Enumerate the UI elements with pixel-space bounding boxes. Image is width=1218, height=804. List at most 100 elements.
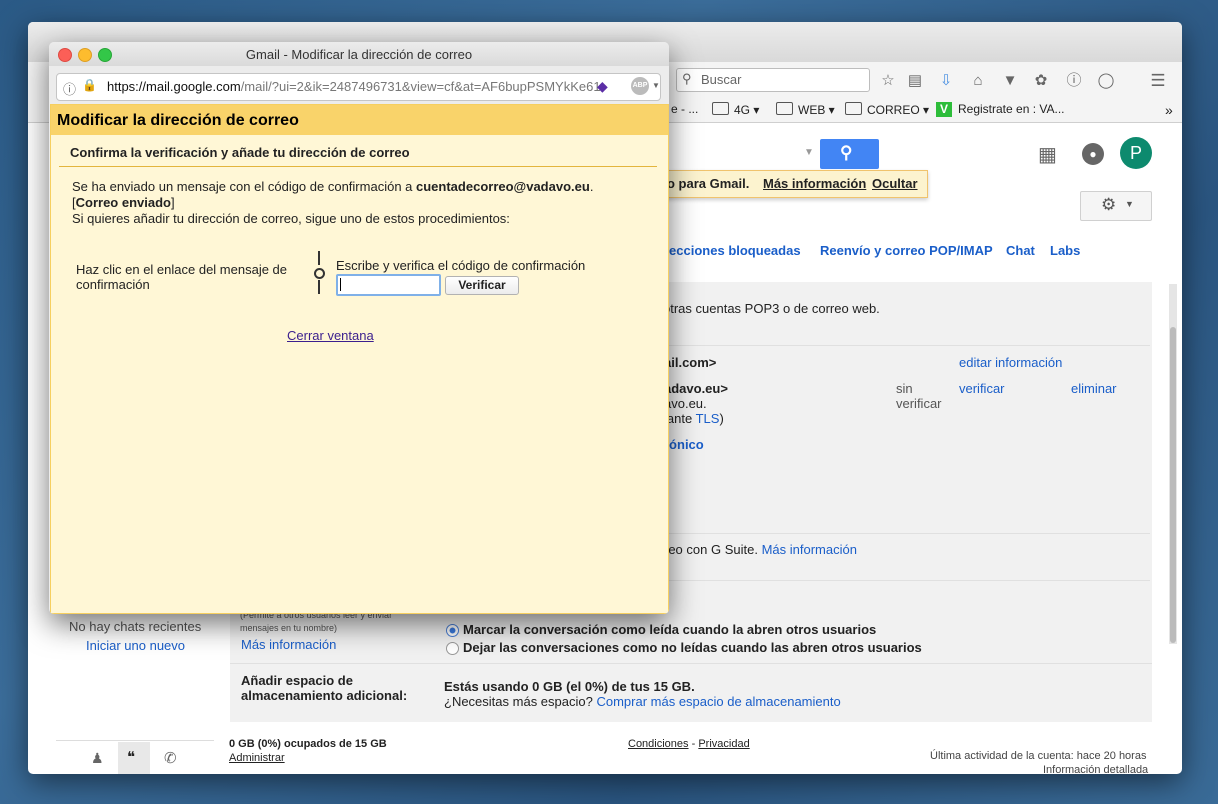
phone-icon[interactable]: ✆: [164, 749, 177, 767]
delete-link[interactable]: eliminar: [1071, 381, 1117, 396]
storage-question: ¿Necesitas más espacio? Comprar más espa…: [444, 694, 841, 709]
notice-hide-link[interactable]: Ocultar: [872, 176, 918, 191]
bookmark-folder-4g[interactable]: 4G ▾: [712, 102, 759, 117]
divider: [230, 663, 1152, 664]
notifications-icon[interactable]: ●: [1082, 143, 1104, 165]
popup-heading: Modificar la dirección de correo: [57, 112, 299, 129]
accounts-description: otras cuentas POP3 o de correo web.: [663, 301, 880, 316]
tab-forwarding-pop-imap[interactable]: Reenvío y correo POP/IMAP: [820, 243, 993, 258]
separator-line-top: [318, 251, 320, 265]
tab-labs[interactable]: Labs: [1050, 243, 1080, 258]
home-icon[interactable]: ⌂: [969, 72, 987, 90]
text-cursor: [340, 278, 341, 291]
add-email-link[interactable]: rónico: [664, 437, 704, 452]
bookmarks-overflow-icon[interactable]: »: [1165, 102, 1173, 118]
popup-url-bar[interactable]: ⓘ 🔒 https://mail.google.com/mail/?ui=2&i…: [56, 73, 661, 101]
terms-link[interactable]: Condiciones: [628, 738, 689, 750]
manage-link[interactable]: Administrar: [229, 752, 285, 764]
gsuite-text: reo con G Suite. Más información: [664, 542, 857, 557]
bookmark-folder-correo[interactable]: CORREO ▾: [845, 102, 929, 117]
adblock-icon[interactable]: ◯: [1097, 72, 1115, 90]
privacy-link[interactable]: Privacidad: [698, 738, 749, 750]
separator-line-bottom: [318, 280, 320, 294]
option-enter-code: Escribe y verifica el código de confirma…: [336, 258, 586, 273]
folder-icon: [776, 102, 793, 115]
hangouts-icon: ❝: [127, 749, 136, 766]
pocket-icon[interactable]: ▼: [1001, 72, 1019, 90]
bookmark-folder-web[interactable]: WEB ▾: [776, 102, 835, 117]
edit-info-link[interactable]: editar información: [959, 355, 1062, 370]
close-window-link[interactable]: Cerrar ventana: [287, 328, 374, 343]
v-logo-icon: V: [936, 102, 952, 117]
tls-link[interactable]: TLS: [696, 411, 720, 426]
adblock-icon[interactable]: ABP: [631, 77, 649, 95]
apps-grid-icon[interactable]: ▦: [1038, 142, 1057, 167]
settings-gear-button[interactable]: ⚙ ▼: [1080, 191, 1152, 221]
notice-banner: o para Gmail. Más información Ocultar: [658, 170, 928, 198]
divider: [656, 533, 1150, 534]
gmail-search-button[interactable]: ⚲: [820, 139, 879, 169]
bookmark-registrate[interactable]: V Registrate en : VA...: [936, 102, 1065, 117]
verify-button[interactable]: Verificar: [445, 276, 519, 295]
lock-icon: 🔒: [82, 78, 97, 92]
storage-usage: 0 GB (0%) ocupados de 15 GB: [229, 738, 387, 750]
target-email: cuentadecorreo@vadavo.eu: [416, 179, 590, 194]
url-text: https://mail.google.com/mail/?ui=2&ik=24…: [107, 79, 601, 94]
avatar[interactable]: P: [1120, 137, 1152, 169]
radio-mark-read[interactable]: [446, 624, 459, 637]
popup-header: Modificar la dirección de correo: [51, 105, 668, 135]
separator-circle: [314, 268, 325, 279]
folder-icon: [845, 102, 862, 115]
account-vadavo-detail: avo.eu.: [664, 396, 707, 411]
tab-chat[interactable]: Chat: [1006, 243, 1035, 258]
confirmation-code-input[interactable]: [336, 274, 441, 296]
extension-icon[interactable]: ✿: [1032, 72, 1050, 90]
info-icon[interactable]: ⓘ: [1065, 72, 1083, 90]
search-icon: ⚲: [682, 71, 692, 86]
divider: [59, 166, 657, 167]
last-activity: Última actividad de la cuenta: hace 20 h…: [930, 750, 1147, 762]
bookmark-star-icon[interactable]: ☆: [879, 72, 897, 90]
folder-icon: [712, 102, 729, 115]
reading-list-icon[interactable]: ▤: [906, 72, 924, 90]
storage-value: Estás usando 0 GB (el 0%) de tus 15 GB.: [444, 679, 695, 694]
search-placeholder: Buscar: [701, 72, 742, 87]
menu-icon[interactable]: ☰: [1149, 72, 1167, 90]
sent-status: [Correo enviado]: [72, 195, 175, 210]
browser-search-box[interactable]: ⚲ Buscar: [676, 68, 870, 92]
buy-storage-link[interactable]: Comprar más espacio de almacenamiento: [596, 694, 840, 709]
contacts-icon[interactable]: ♟: [91, 750, 104, 767]
account-gmail-address: ail.com>: [664, 355, 717, 370]
tab-blocked-addresses[interactable]: recciones bloqueadas: [664, 243, 801, 258]
search-icon: ⚲: [840, 143, 853, 162]
unverified-status: sin verificar: [896, 381, 942, 411]
verify-link[interactable]: verificar: [959, 381, 1005, 396]
divider: [656, 580, 1150, 581]
scrollbar-thumb[interactable]: [1170, 327, 1176, 643]
notice-more-link[interactable]: Más información: [763, 176, 866, 191]
radio-keep-unread[interactable]: [446, 642, 459, 655]
chevron-down-icon[interactable]: ▼: [652, 81, 660, 90]
details-link[interactable]: Información detallada: [1043, 764, 1148, 774]
layers-icon[interactable]: ◆: [597, 78, 608, 95]
popup-subheading: Confirma la verificación y añade tu dire…: [70, 145, 410, 160]
search-options-icon[interactable]: ▼: [804, 147, 814, 158]
info-icon[interactable]: ⓘ: [63, 79, 76, 98]
gsuite-more-link[interactable]: Más información: [762, 542, 857, 557]
no-recent-chats: No hay chats recientes: [69, 619, 202, 634]
popup-window-title: Gmail - Modificar la dirección de correo: [245, 47, 473, 62]
start-chat-link[interactable]: Iniciar uno nuevo: [86, 638, 185, 653]
account-vadavo-tls: iante TLS): [664, 411, 724, 426]
bookmark-item[interactable]: e - ...: [671, 102, 698, 116]
delegation-more-link[interactable]: Más información: [241, 637, 336, 652]
footer-links: Condiciones - Privacidad: [628, 738, 750, 750]
sent-message: Se ha enviado un mensaje con el código d…: [72, 179, 594, 194]
radio-keep-unread-label: Dejar las conversaciones como no leídas …: [463, 640, 922, 655]
chevron-down-icon: ▼: [1125, 199, 1134, 209]
download-icon[interactable]: ⇩: [937, 72, 955, 90]
account-vadavo-address: adavo.eu>: [664, 381, 728, 396]
option-click-link: Haz clic en el enlace del mensaje de con…: [76, 262, 288, 292]
instructions: Si quieres añadir tu dirección de correo…: [72, 211, 510, 226]
gmail-search-input[interactable]: ▼: [678, 139, 820, 169]
divider: [656, 345, 1150, 346]
